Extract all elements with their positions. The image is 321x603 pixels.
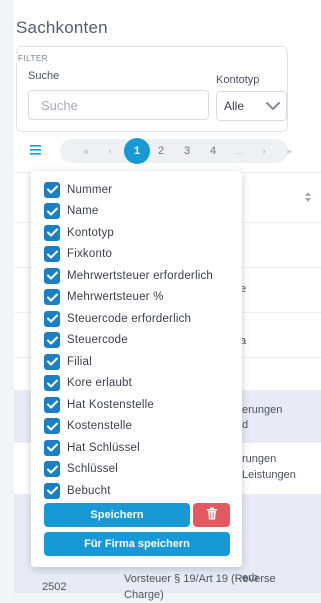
table-cell: erungen [242,404,283,416]
checkbox[interactable] [44,246,60,262]
checkbox[interactable] [44,375,60,391]
sort-icon[interactable] [304,190,312,208]
column-option-label: Name [67,205,99,217]
first-page-button[interactable]: « [74,139,98,163]
column-option[interactable]: Mehrwertsteuer erforderlich [44,267,213,284]
account-type-label: Kontotyp [216,74,260,86]
column-option-label: Nummer [67,183,113,196]
column-option-label: Hat Kostenstelle [67,398,154,411]
checkbox[interactable] [44,203,60,219]
trash-icon [206,507,218,523]
page-3-button[interactable]: 3 [175,139,199,163]
search-label: Suche [28,70,60,82]
column-option-label: Fixkonto [67,248,113,260]
next-page-button[interactable]: › [252,139,276,163]
column-menu-icon[interactable] [29,143,43,157]
column-option-label: Filial [67,355,92,368]
page-title: Sachkonten [16,18,108,37]
column-option[interactable]: Kontotyp [44,224,114,241]
column-option[interactable]: Steuercode erforderlich [44,310,191,327]
column-option-label: Schlüssel [67,463,119,475]
page-1-button[interactable]: 1 [124,138,150,164]
checkbox[interactable] [44,289,60,305]
column-option-label: Steuercode [67,334,128,346]
column-option-label: Hat Schlüssel [67,441,140,454]
chevron-down-icon [265,99,281,116]
column-option[interactable]: Bebucht [44,482,111,499]
save-button[interactable]: Speichern [44,503,190,527]
column-option[interactable]: Schlüssel [44,461,118,478]
column-option[interactable]: Kore erlaubt [44,375,132,392]
column-option[interactable]: Kostenstelle [44,418,132,435]
column-option-label: Steuercode erforderlich [67,312,192,325]
column-option-label: Kostenstelle [67,420,133,432]
column-option-label: Mehrwertsteuer erforderlich [67,269,214,282]
checkbox[interactable] [44,267,60,284]
delete-button[interactable] [193,503,230,527]
column-option[interactable]: Nummer [44,181,112,198]
checkbox[interactable] [44,461,60,477]
checkbox[interactable] [44,224,60,241]
checkbox[interactable] [44,310,60,327]
column-option-label: Mehrwertsteuer % [67,291,164,303]
account-type-select[interactable]: Alle [216,91,287,121]
account-name-cont: Charge) [124,589,164,601]
checkbox[interactable] [44,439,60,456]
checkbox[interactable] [44,396,60,413]
filter-legend: FILTER [14,54,52,63]
account-type-value: Alle [224,99,245,113]
column-option[interactable]: Filial [44,353,92,370]
search-input[interactable] [28,90,209,120]
checkbox[interactable] [44,418,60,434]
page-ellipsis: … [234,146,244,156]
page-2-button[interactable]: 2 [149,139,173,163]
account-name: Vorsteuer § 19/Art 19 (Reverse [124,573,276,585]
table-cell: d [242,419,249,431]
checkbox[interactable] [44,332,60,348]
page-4-button[interactable]: 4 [201,139,225,163]
checkbox[interactable] [44,482,60,499]
column-option[interactable]: Hat Schlüssel [44,439,140,456]
column-option-label: Bebucht [67,484,111,497]
checkbox[interactable] [44,181,60,198]
table-cell: Leistungen [242,469,296,481]
column-option-label: Kore erlaubt [67,377,133,389]
checkbox[interactable] [44,353,60,370]
column-option[interactable]: Name [44,203,98,220]
column-option[interactable]: Mehrwertsteuer % [44,289,164,306]
column-option[interactable]: Fixkonto [44,246,112,263]
table-cell: rungen [242,453,277,465]
prev-page-button[interactable]: ‹ [98,139,122,163]
column-option[interactable]: Steuercode [44,332,128,349]
column-option[interactable]: Hat Kostenstelle [44,396,154,413]
column-option-label: Kontotyp [67,226,114,239]
last-page-button[interactable]: » [277,139,301,163]
save-for-company-button[interactable]: Für Firma speichern [44,532,230,556]
